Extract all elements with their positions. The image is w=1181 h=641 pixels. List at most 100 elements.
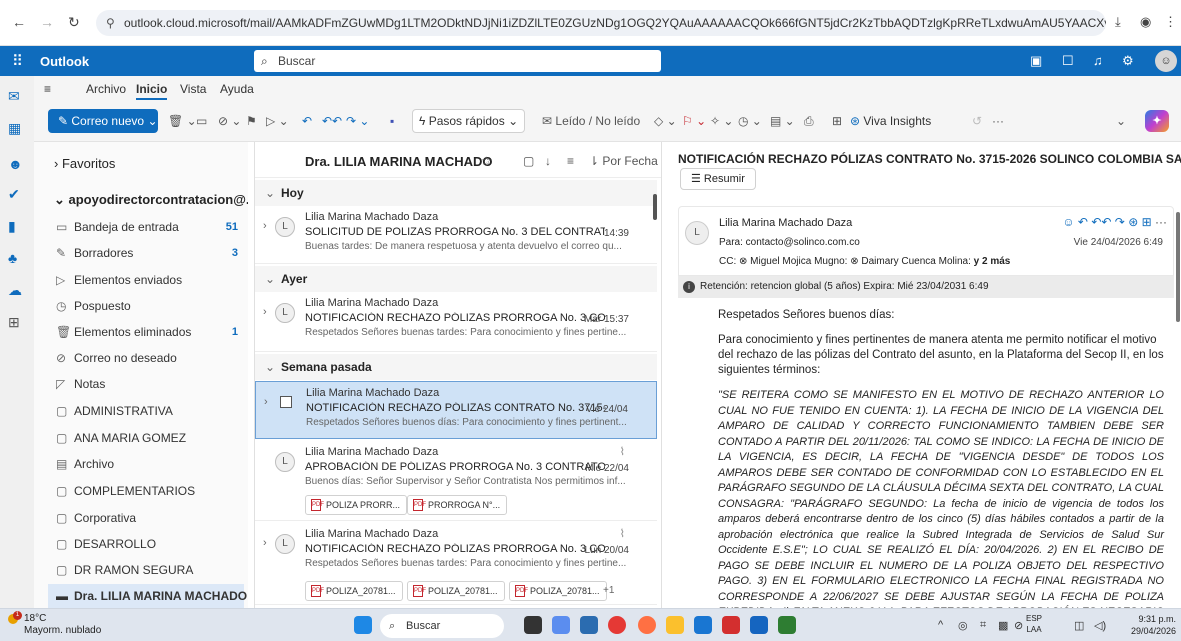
reload-icon[interactable]: ↻ bbox=[68, 14, 80, 31]
rules-icon[interactable]: ▤ ⌄ bbox=[770, 114, 795, 128]
folder-administrativa[interactable]: ▢ ADMINISTRATIVA bbox=[48, 399, 244, 423]
list-scrollbar[interactable] bbox=[653, 194, 657, 220]
read-unread-button[interactable]: ✉ Leído / No leído bbox=[542, 114, 640, 128]
task-view-icon[interactable] bbox=[524, 616, 542, 634]
attachment-chip[interactable]: PDF POLIZA PRORR... bbox=[305, 495, 408, 515]
folder-dr-ramon-segura[interactable]: ▢ DR RAMON SEGURA bbox=[48, 558, 244, 582]
usb-icon[interactable]: ⌗ bbox=[980, 619, 986, 632]
group-header[interactable]: ⌄ Hoy bbox=[255, 180, 657, 206]
acrobat-icon[interactable] bbox=[722, 616, 740, 634]
file-explorer-icon[interactable] bbox=[666, 616, 684, 634]
language-indicator[interactable]: ESP LAA bbox=[1026, 613, 1042, 635]
chevron-right-icon[interactable]: › bbox=[263, 220, 267, 232]
folder-snoozed[interactable]: ◷ Pospuesto bbox=[48, 294, 244, 318]
quick-steps-button[interactable]: ϟ Pasos rápidos ⌄ bbox=[412, 109, 526, 133]
site-info-icon[interactable]: ⚲ bbox=[106, 10, 115, 36]
undo-icon[interactable]: ↺ bbox=[972, 114, 982, 128]
more-ribbon-button[interactable]: ··· bbox=[992, 114, 1004, 128]
tag-icon[interactable]: ◇ ⌄ bbox=[654, 114, 677, 128]
print-icon[interactable]: ⎙ bbox=[804, 114, 814, 129]
addins-icon[interactable]: ⊞ bbox=[832, 114, 842, 128]
browser-menu-icon[interactable]: ⋮ bbox=[1164, 14, 1177, 30]
word-icon[interactable]: ▮ bbox=[8, 218, 16, 235]
sort-button[interactable]: ⇂ Por Fecha bbox=[589, 154, 658, 168]
filter-icon[interactable]: ≡ bbox=[567, 154, 574, 168]
tray-network-icon[interactable]: ▩ bbox=[998, 619, 1008, 632]
hamburger-icon[interactable]: ≡ bbox=[44, 82, 51, 96]
attachment-chip[interactable]: PDF POLIZA_20781... bbox=[407, 581, 505, 601]
windows-start-icon[interactable] bbox=[354, 616, 372, 634]
message-item[interactable]: › L Lilia Marina Machado Daza NOTIFICACI… bbox=[255, 292, 657, 352]
folder-corporativa[interactable]: ▢ Corporativa bbox=[48, 506, 244, 530]
reply-all-icon[interactable]: ↶↶ bbox=[322, 114, 342, 128]
cc-more[interactable]: y 2 más bbox=[974, 256, 1011, 267]
chrome-icon[interactable] bbox=[608, 616, 626, 634]
reply-icon[interactable]: ↶ bbox=[302, 114, 312, 128]
app-launcher-icon[interactable]: ⠿ bbox=[12, 52, 23, 70]
select-icon[interactable]: ▢ bbox=[523, 154, 534, 168]
chevron-right-icon[interactable]: › bbox=[263, 306, 267, 318]
forward-mail-icon[interactable]: ↷ bbox=[1115, 215, 1125, 229]
reply-all-icon[interactable]: ↶↶ bbox=[1091, 215, 1111, 229]
star-icon[interactable]: ☆ bbox=[481, 154, 492, 168]
flag-icon[interactable]: ⚐ ⌄ bbox=[682, 114, 706, 128]
apps-icon[interactable]: ⊞ bbox=[8, 314, 20, 331]
teams-icon[interactable]: ▣ bbox=[1030, 53, 1042, 69]
message-item[interactable]: L ⌇ Lilia Marina Machado Daza APROBACIÓN… bbox=[255, 441, 657, 521]
copilot-app-icon[interactable] bbox=[552, 616, 570, 634]
outlook-app-icon[interactable] bbox=[750, 616, 768, 634]
excel-icon[interactable] bbox=[778, 616, 796, 634]
chevron-right-icon[interactable]: › bbox=[263, 537, 267, 549]
folder-junk[interactable]: ⊘ Correo no deseado bbox=[48, 346, 244, 370]
teams-app-icon[interactable] bbox=[580, 616, 598, 634]
viva-button[interactable]: ⊛ Viva Insights bbox=[850, 114, 931, 128]
chevron-up-icon[interactable]: ^ bbox=[938, 619, 943, 631]
volume-icon[interactable]: ◁) bbox=[1094, 619, 1106, 632]
calendar-icon[interactable]: ▦ bbox=[8, 120, 21, 137]
pin-icon[interactable]: ✧ ⌄ bbox=[710, 114, 733, 128]
mail-icon[interactable]: ✉ bbox=[8, 88, 20, 105]
summarize-button[interactable]: ☰ Resumir bbox=[680, 168, 756, 190]
attachment-chip[interactable]: PDF POLIZA_20781... bbox=[509, 581, 607, 601]
account-header[interactable]: ⌄ apoyodirectorcontratacion@... bbox=[54, 192, 248, 208]
search-input[interactable]: ⌕ Buscar bbox=[254, 50, 661, 72]
email-sender[interactable]: Lilia Marina Machado Daza bbox=[719, 217, 852, 229]
favorites-header[interactable]: › Favoritos bbox=[54, 156, 115, 171]
clock[interactable]: 9:31 p.m. 29/04/2026 bbox=[1131, 613, 1176, 637]
folder-desarrollo[interactable]: ▢ DESARROLLO bbox=[48, 532, 244, 556]
store-icon[interactable] bbox=[694, 616, 712, 634]
select-checkbox[interactable] bbox=[280, 396, 292, 408]
back-icon[interactable]: ← bbox=[12, 14, 26, 30]
menu-vista[interactable]: Vista bbox=[180, 82, 206, 96]
chevron-right-icon[interactable]: › bbox=[264, 396, 268, 408]
bell-icon[interactable]: ♫ bbox=[1093, 53, 1103, 68]
sweep-icon[interactable]: ⚑ bbox=[246, 114, 257, 128]
delete-icon[interactable]: 🗑 ⌄ bbox=[168, 114, 197, 128]
folder-drafts[interactable]: ✎ Borradores 3 bbox=[48, 241, 244, 265]
reply-icon[interactable]: ↶ bbox=[1078, 215, 1088, 229]
more-attachments[interactable]: +1 bbox=[603, 585, 614, 596]
feedback-icon[interactable]: ☐ bbox=[1062, 53, 1074, 69]
teams-share-icon[interactable]: ▪ bbox=[390, 114, 394, 128]
attachment-chip[interactable]: PDF POLIZA_20781... bbox=[305, 581, 403, 601]
avatar[interactable]: ☺ bbox=[1155, 50, 1177, 72]
apps-icon[interactable]: ⊞ bbox=[1142, 215, 1152, 229]
people-icon[interactable]: ☻ bbox=[8, 156, 23, 172]
ribbon-expand-icon[interactable]: ⌄ bbox=[1116, 114, 1126, 128]
message-item-selected[interactable]: › Lilia Marina Machado Daza NOTIFICACIÓN… bbox=[255, 381, 657, 439]
onedrive-icon[interactable]: ☁ bbox=[8, 282, 22, 299]
message-item[interactable]: › L Lilia Marina Machado Daza SOLICITUD … bbox=[255, 206, 657, 264]
org-icon[interactable]: ♣ bbox=[8, 250, 17, 266]
forward-mail-icon[interactable]: ↷ ⌄ bbox=[346, 114, 369, 128]
menu-ayuda[interactable]: Ayuda bbox=[220, 82, 254, 96]
snooze-icon[interactable]: ◷ ⌄ bbox=[738, 114, 762, 128]
more-icon[interactable]: ··· bbox=[1155, 215, 1167, 229]
folder-complementarios[interactable]: ▢ COMPLEMENTARIOS bbox=[48, 479, 244, 503]
address-bar[interactable]: ⚲ outlook.cloud.microsoft/mail/AAMkADFmZ… bbox=[96, 10, 1106, 36]
gear-icon[interactable]: ⚙ bbox=[1122, 53, 1134, 69]
profile-icon[interactable]: ◉ bbox=[1140, 14, 1151, 30]
folder-notes[interactable]: ◸ Notas bbox=[48, 372, 244, 396]
folder-archivo[interactable]: ▤ Archivo bbox=[48, 452, 244, 476]
group-header[interactable]: ⌄ Semana pasada bbox=[255, 354, 657, 380]
forward-icon[interactable]: → bbox=[40, 14, 54, 30]
